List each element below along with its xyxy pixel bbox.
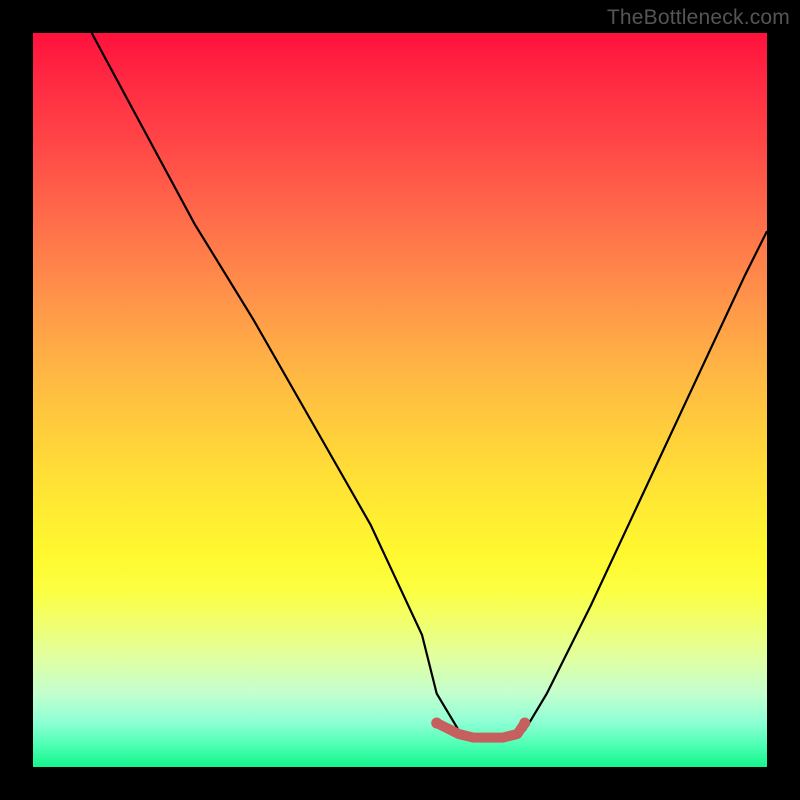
bottleneck-flat-zone-line (437, 723, 525, 738)
plot-area (33, 33, 767, 767)
flat-zone-dot-right (519, 717, 530, 728)
chart-frame: TheBottleneck.com (0, 0, 800, 800)
flat-zone-dot-left (431, 717, 442, 728)
watermark-text: TheBottleneck.com (607, 6, 790, 30)
bottleneck-curve-line (92, 33, 767, 738)
chart-svg (33, 33, 767, 767)
